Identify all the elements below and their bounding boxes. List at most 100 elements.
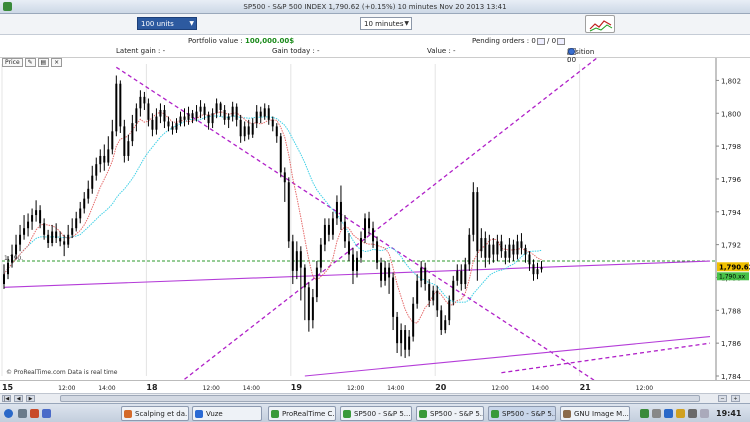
candle-body xyxy=(307,287,310,321)
candle-body xyxy=(472,192,475,235)
taskbar-item[interactable]: SP500 - S&P 5... xyxy=(488,406,556,421)
candle xyxy=(199,100,202,119)
chart-tool-button[interactable] xyxy=(585,15,615,33)
x-tick-label: 14:00 xyxy=(243,385,260,392)
taskbar-item[interactable]: GNU Image M... xyxy=(560,406,630,421)
properties-icon[interactable]: ▤ xyxy=(37,58,50,67)
taskbar-item[interactable]: SP500 - S&P 5... xyxy=(416,406,484,421)
battery-icon[interactable] xyxy=(688,409,697,418)
volume-icon[interactable] xyxy=(652,409,661,418)
title-bar: SP500 - S&P 500 INDEX 1,790.62 (+0.15%) … xyxy=(0,0,750,14)
candle xyxy=(524,244,527,263)
draw-tool-icon[interactable]: ✎ xyxy=(24,58,36,67)
candle xyxy=(508,238,511,263)
candle xyxy=(111,119,114,155)
candle xyxy=(223,105,226,125)
candle xyxy=(516,234,519,260)
desktop-icon[interactable] xyxy=(18,409,27,418)
candle-body xyxy=(131,123,134,142)
candle-body xyxy=(63,241,66,245)
price-chart[interactable]: 1,8021,8001,7981,7961,7941,7921,7901,788… xyxy=(0,58,750,380)
network-icon[interactable] xyxy=(640,409,649,418)
next-icon[interactable]: ▶ xyxy=(26,395,35,402)
candle-body xyxy=(67,234,70,245)
candle xyxy=(239,114,242,143)
candle xyxy=(87,180,90,204)
task-app-icon xyxy=(419,410,427,418)
candle-body xyxy=(235,106,238,120)
candle-body xyxy=(275,126,278,137)
zoom-out-icon[interactable]: − xyxy=(718,395,727,402)
candle xyxy=(424,262,427,291)
candle xyxy=(175,118,178,133)
candle-body xyxy=(480,238,483,252)
keyboard-icon[interactable] xyxy=(700,409,709,418)
zoom-in-icon[interactable]: + xyxy=(731,395,740,402)
candle xyxy=(235,103,238,127)
candle-body xyxy=(11,254,14,263)
candle-body xyxy=(440,310,443,331)
update-icon[interactable] xyxy=(676,409,685,418)
chart-scrollbar[interactable]: |◀ ◀ ▶ − + xyxy=(0,393,750,403)
price-panel-tab[interactable]: Price ✎ ▤ × xyxy=(2,58,63,67)
candle-body xyxy=(392,277,395,317)
browser-icon[interactable] xyxy=(30,409,39,418)
candle xyxy=(464,257,467,289)
taskbar-item[interactable]: ProRealTime C... xyxy=(268,406,336,421)
candle xyxy=(520,233,523,255)
prev-icon[interactable]: ◀ xyxy=(14,395,23,402)
period-select[interactable]: 10 minutes ▼ xyxy=(360,17,412,30)
candle-body xyxy=(43,223,46,235)
candle-body xyxy=(303,267,306,288)
position-value: Value : - xyxy=(427,47,456,55)
candle-body xyxy=(319,244,322,268)
scrollbar-thumb[interactable] xyxy=(60,395,700,402)
candle-body xyxy=(339,201,342,222)
candle xyxy=(159,103,162,124)
candle-body xyxy=(448,300,451,321)
bluetooth-icon[interactable] xyxy=(664,409,673,418)
candle xyxy=(416,274,419,309)
candle-body xyxy=(83,198,86,209)
candle xyxy=(211,108,214,129)
candle-body xyxy=(87,188,90,199)
price-chart-svg: 1,8021,8001,7981,7961,7941,7921,7901,788… xyxy=(1,58,750,380)
candle xyxy=(480,228,483,258)
clock: 19:41 xyxy=(716,409,742,418)
window-title: SP500 - S&P 500 INDEX 1,790.62 (+0.15%) … xyxy=(243,3,507,11)
candle-body xyxy=(211,113,214,124)
candle xyxy=(131,114,134,147)
units-select[interactable]: 100 units ▼ xyxy=(137,17,197,30)
candle xyxy=(75,211,78,232)
candle-body xyxy=(239,119,242,137)
close-icon[interactable]: × xyxy=(51,58,63,67)
candle xyxy=(51,224,54,247)
candle-body xyxy=(287,182,290,242)
candle-body xyxy=(488,244,491,258)
candle-body xyxy=(512,244,515,255)
candle-body xyxy=(247,126,250,135)
x-tick-label: 15 xyxy=(2,383,14,392)
reference-level-label: 1,790. xyxy=(4,255,23,262)
task-label: Scalping et da... xyxy=(135,410,189,418)
candle-body xyxy=(39,210,42,224)
pending-orders[interactable]: Pending orders : 0 / 0 xyxy=(472,37,566,45)
start-menu-icon[interactable] xyxy=(4,409,13,418)
candle xyxy=(323,218,326,252)
task-app-icon xyxy=(124,410,132,418)
first-icon[interactable]: |◀ xyxy=(2,395,11,402)
files-icon[interactable] xyxy=(42,409,51,418)
candle xyxy=(432,285,435,306)
candle xyxy=(396,311,399,354)
candle-body xyxy=(347,241,350,255)
taskbar-item[interactable]: Vuze xyxy=(192,406,262,421)
candle-body xyxy=(227,116,230,120)
taskbar-item[interactable]: Scalping et da... xyxy=(121,406,189,421)
candle xyxy=(380,257,383,288)
trend-line xyxy=(184,58,598,380)
candle-body xyxy=(420,267,423,281)
candle xyxy=(496,234,499,262)
candle xyxy=(472,182,475,242)
taskbar-item[interactable]: SP500 - S&P 5... xyxy=(340,406,412,421)
candle xyxy=(163,105,166,129)
